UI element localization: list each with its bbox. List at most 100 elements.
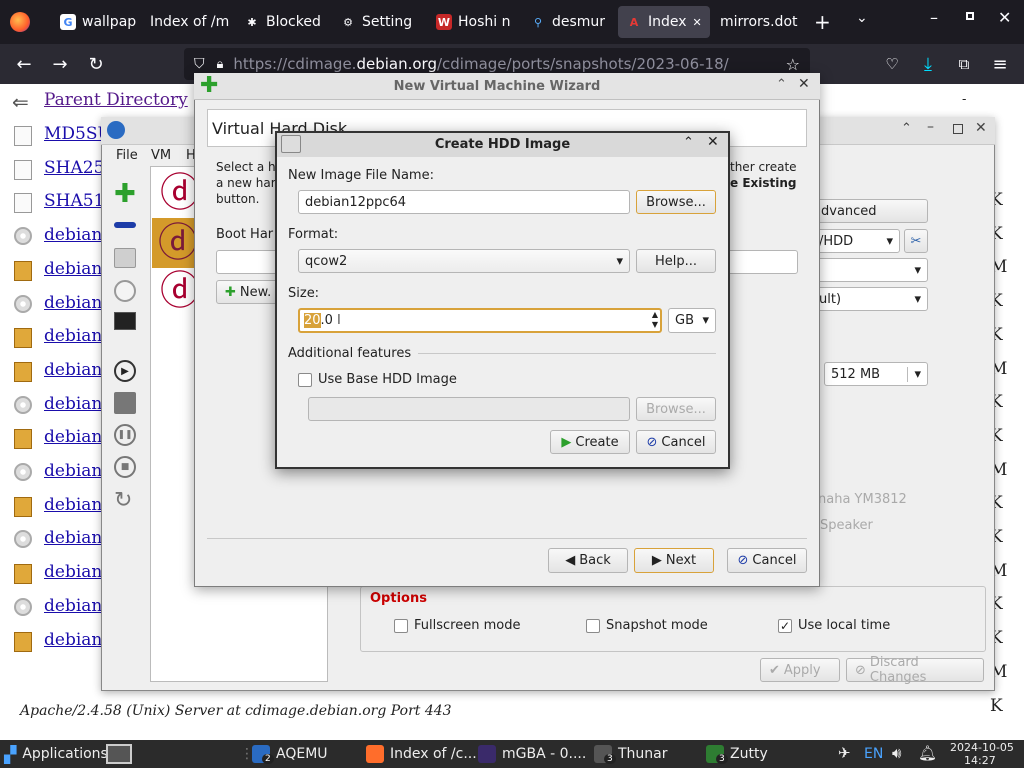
maximize-icon[interactable] — [953, 124, 963, 134]
taskbar-task[interactable]: mGBA - 0.... — [478, 740, 586, 768]
network-icon[interactable]: ✈ — [838, 744, 851, 762]
minimize-icon[interactable]: – — [927, 119, 934, 135]
file-link[interactable]: debian — [44, 461, 102, 481]
star-icon[interactable]: ☆ — [786, 55, 800, 74]
accel-combo[interactable]: ult) ▾ — [812, 287, 928, 311]
tools-button[interactable]: ✂ — [904, 229, 928, 253]
discard-button[interactable]: ⊘ Discard Changes — [846, 655, 984, 685]
lock-icon[interactable]: 🔒︎ — [217, 57, 224, 72]
file-link[interactable]: SHA51 — [44, 191, 104, 211]
menu-icon[interactable]: ≡ — [988, 52, 1012, 76]
collapse-icon[interactable]: ⌃ — [776, 77, 787, 92]
file-link[interactable]: debian — [44, 225, 102, 245]
base-image-input[interactable] — [308, 397, 630, 421]
wizard-cancel-button[interactable]: ⊘ Cancel — [727, 548, 807, 573]
maximize-icon[interactable] — [966, 12, 974, 20]
pocket-icon[interactable]: ♡ — [880, 52, 904, 76]
taskbar-task[interactable]: 3 Zutty — [706, 740, 768, 768]
menu-file[interactable]: File — [116, 148, 138, 163]
browser-tab[interactable]: ✱ Blocked — [236, 6, 328, 38]
file-link[interactable]: debian — [44, 562, 102, 582]
download-icon[interactable]: ⤓ — [916, 52, 940, 76]
size-spinbox[interactable]: 20.0 Ι ▲ ▼ — [298, 308, 662, 333]
list-tabs-button[interactable]: ⌄ — [856, 10, 868, 26]
notification-bell-icon[interactable]: 🔔︎ — [918, 744, 937, 762]
file-link[interactable]: debian — [44, 427, 102, 447]
hdd-cancel-button[interactable]: ⊘ Cancel — [636, 430, 716, 454]
reload-icon[interactable]: ↻ — [84, 52, 108, 76]
reset-icon[interactable]: ↻ — [114, 488, 132, 513]
browser-tab[interactable]: mirrors.dot — [712, 6, 808, 38]
hdd-combo[interactable]: /HDD ▾ — [812, 229, 900, 253]
browser-tab[interactable]: ⚲ desmur — [522, 6, 614, 38]
apply-button[interactable]: ✔ Apply — [760, 658, 840, 682]
unit-select[interactable]: GB ▾ — [668, 308, 716, 333]
close-tab-icon[interactable]: ✕ — [693, 16, 702, 29]
spin-arrows-icon[interactable]: ▲ ▼ — [652, 310, 658, 330]
file-link[interactable]: debian — [44, 360, 102, 380]
clock-icon[interactable] — [114, 280, 136, 302]
menu-vm[interactable]: VM — [151, 148, 171, 163]
collapse-icon[interactable]: ⌃ — [901, 121, 912, 136]
format-select[interactable]: qcow2 ▾ — [298, 249, 630, 273]
file-link[interactable]: debian — [44, 259, 102, 279]
browser-tab[interactable]: A Index ✕ — [618, 6, 710, 38]
add-vm-icon[interactable]: ✚ — [114, 181, 136, 207]
local-time-checkbox[interactable]: ✓ Use local time — [778, 618, 890, 633]
next-button[interactable]: ▶ Next — [634, 548, 714, 573]
file-link[interactable]: debian — [44, 394, 102, 414]
pause-icon[interactable]: ❚❚ — [114, 424, 136, 446]
file-link[interactable]: debian — [44, 528, 102, 548]
browser-tab[interactable]: Gwallpap — [52, 6, 142, 38]
file-link[interactable]: debian — [44, 326, 102, 346]
shield-icon[interactable]: ⛉ — [194, 56, 205, 72]
extensions-icon[interactable]: ⧉ — [952, 52, 976, 76]
file-link[interactable]: SHA25 — [44, 158, 104, 178]
browse-button[interactable]: Browse... — [636, 190, 716, 214]
browser-tab[interactable]: W Hoshi n — [428, 6, 520, 38]
vm-item-debian-1[interactable]: ⓓ — [160, 170, 200, 216]
stop-icon[interactable]: ■ — [114, 456, 136, 478]
file-link[interactable]: debian — [44, 293, 102, 313]
new-tab-button[interactable]: + — [814, 10, 831, 34]
forward-icon[interactable]: → — [48, 52, 72, 76]
help-button[interactable]: Help... — [636, 249, 716, 273]
fullscreen-checkbox[interactable]: Fullscreen mode — [394, 618, 520, 633]
browse-base-button[interactable]: Browse... — [636, 397, 716, 421]
file-link[interactable]: debian — [44, 630, 102, 650]
snapshot-checkbox[interactable]: Snapshot mode — [586, 618, 708, 633]
save-icon[interactable] — [114, 392, 136, 414]
memory-combo[interactable]: 512 MB ▾ — [824, 362, 928, 386]
vm-item-debian-selected[interactable]: ⓓ — [152, 218, 198, 268]
browser-tab[interactable]: Index of /m — [142, 6, 232, 38]
firefox-icon[interactable] — [10, 12, 30, 32]
advanced-button[interactable]: dvanced — [812, 199, 928, 223]
create-button[interactable]: ▶ Create — [550, 430, 630, 454]
show-desktop-icon[interactable] — [106, 744, 132, 764]
file-link[interactable]: debian — [44, 495, 102, 515]
terminal-icon[interactable] — [114, 312, 136, 330]
taskbar-task[interactable]: 2 AQEMU — [252, 740, 328, 768]
parent-directory-link[interactable]: Parent Directory — [44, 90, 188, 110]
hdd-icon[interactable] — [114, 248, 136, 268]
machine-combo[interactable]: ▾ — [812, 258, 928, 282]
close-icon[interactable]: ✕ — [798, 76, 810, 92]
close-icon[interactable]: ✕ — [998, 8, 1011, 27]
collapse-icon[interactable]: ⌃ — [683, 135, 694, 150]
vm-item-debian-3[interactable]: ⓓ — [160, 268, 200, 314]
minimize-icon[interactable]: – — [930, 8, 938, 27]
remove-vm-icon[interactable] — [114, 222, 136, 228]
browser-tab[interactable]: ⚙ Setting — [332, 6, 424, 38]
back-icon[interactable]: ← — [12, 52, 36, 76]
taskbar-task[interactable]: Index of /c... — [366, 740, 477, 768]
use-base-image-checkbox[interactable]: Use Base HDD Image — [298, 372, 457, 387]
close-icon[interactable]: ✕ — [975, 120, 987, 136]
clock-date[interactable]: 2024-10-05 — [950, 741, 1014, 754]
back-button[interactable]: ◀ Back — [548, 548, 628, 573]
file-name-input[interactable]: debian12ppc64 — [298, 190, 630, 214]
play-icon[interactable]: ▶ — [114, 360, 136, 382]
volume-icon[interactable]: 🔊︎ — [892, 744, 901, 762]
applications-menu[interactable]: ▞ Applications — [4, 740, 108, 768]
clock-time[interactable]: 14:27 — [964, 754, 996, 767]
keyboard-layout[interactable]: EN — [864, 746, 883, 762]
